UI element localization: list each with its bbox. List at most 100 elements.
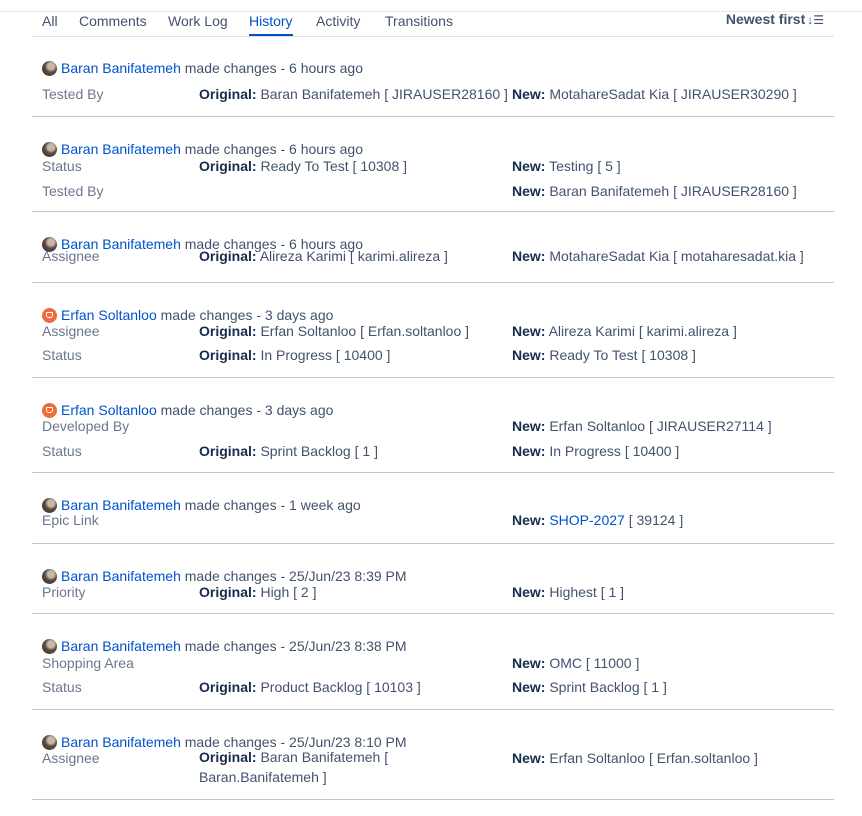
change-row: Shopping Area New: OMC [ 11000 ]	[42, 652, 832, 674]
new-label: New:	[512, 679, 546, 695]
new-label: New:	[512, 347, 546, 363]
new-label: New:	[512, 323, 546, 339]
new-text: In Progress [ 10400 ]	[549, 443, 680, 459]
tab-work-log[interactable]: Work Log	[168, 12, 228, 34]
new-value: New: Testing [ 5 ]	[512, 155, 621, 177]
new-label: New:	[512, 584, 546, 600]
change-row: Priority Original: High [ 2 ] New: Highest…	[42, 581, 832, 603]
new-text: MotahareSadat Kia [ JIRAUSER30290 ]	[549, 86, 797, 102]
new-value: New: Alireza Karimi [ karimi.alireza ]	[512, 320, 737, 342]
field-name: Status	[42, 443, 82, 459]
new-text: MotahareSadat Kia [ motaharesadat.kia ]	[549, 248, 804, 264]
history-entry: Baran Banifatemeh made changes - 6 hours…	[32, 117, 834, 212]
tab-activity[interactable]: Activity	[316, 12, 360, 34]
new-label: New:	[512, 86, 546, 102]
history-entry: Baran Banifatemeh made changes - 25/Jun/…	[32, 710, 834, 800]
change-row: Developed By New: Erfan Soltanloo [ JIRAU…	[42, 415, 832, 437]
original-value: Original: Product Backlog [ 10103 ]	[199, 676, 499, 698]
new-text: Testing [ 5 ]	[549, 158, 621, 174]
original-value: Original: Alireza Karimi [ karimi.alirez…	[199, 245, 499, 267]
field-name: Assignee	[42, 323, 100, 339]
new-value: New: SHOP-2027 [ 39124 ]	[512, 509, 683, 531]
user-link[interactable]: Baran Banifatemeh	[61, 60, 181, 76]
new-label: New:	[512, 512, 546, 528]
field-name: Assignee	[42, 248, 100, 264]
new-value: New: In Progress [ 10400 ]	[512, 440, 679, 462]
avatar[interactable]	[42, 61, 57, 76]
original-text: High [ 2 ]	[260, 584, 317, 600]
change-row: Status Original: Ready To Test [ 10308 ] N…	[42, 155, 832, 177]
original-value: Original: Ready To Test [ 10308 ]	[199, 155, 499, 177]
history-entry: Baran Banifatemeh made changes - 1 week …	[32, 473, 834, 544]
new-text: Baran Banifatemeh [ JIRAUSER28160 ]	[549, 183, 797, 199]
issue-link[interactable]: SHOP-2027	[549, 512, 624, 528]
new-text: Erfan Soltanloo [ Erfan.soltanloo ]	[549, 750, 758, 766]
tab-history[interactable]: History	[249, 12, 293, 36]
original-text: Erfan Soltanloo [ Erfan.soltanloo ]	[260, 323, 470, 339]
original-text: Ready To Test [ 10308 ]	[260, 158, 408, 174]
original-text: Sprint Backlog [ 1 ]	[260, 443, 378, 459]
original-label: Original:	[199, 749, 257, 765]
history-entry: Erfan Soltanloo made changes - 3 days ag…	[32, 283, 834, 378]
new-value: New: MotahareSadat Kia [ motaharesadat.k…	[512, 245, 804, 267]
original-label: Original:	[199, 679, 257, 695]
change-row: Assignee Original: Alireza Karimi [ karim…	[42, 245, 832, 267]
history-entry: Baran Banifatemeh made changes - 25/Jun/…	[32, 614, 834, 710]
new-label: New:	[512, 655, 546, 671]
new-text: Highest [ 1 ]	[549, 584, 625, 600]
new-value: New: Ready To Test [ 10308 ]	[512, 344, 696, 366]
history-entry: Erfan Soltanloo made changes - 3 days ag…	[32, 378, 834, 473]
new-text: Alireza Karimi [ karimi.alireza ]	[548, 323, 737, 339]
tab-comments[interactable]: Comments	[79, 12, 147, 34]
sort-order-button[interactable]: Newest first ↓☰	[726, 12, 824, 27]
new-value: New: Sprint Backlog [ 1 ]	[512, 676, 667, 698]
original-text: Baran Banifatemeh [ JIRAUSER28160 ]	[260, 86, 508, 102]
history-entry: Baran Banifatemeh made changes - 25/Jun/…	[32, 544, 834, 614]
field-name: Shopping Area	[42, 655, 134, 671]
original-label: Original:	[199, 443, 257, 459]
change-row: Assignee Original: Baran Banifatemeh [ Ba…	[42, 747, 832, 785]
new-label: New:	[512, 443, 546, 459]
sort-descending-icon: ↓☰	[807, 13, 824, 27]
sort-order-label: Newest first	[725, 11, 806, 27]
original-value: Original: Erfan Soltanloo [ Erfan.soltan…	[199, 320, 499, 342]
new-value: New: Erfan Soltanloo [ JIRAUSER27114 ]	[512, 415, 772, 437]
original-value: Original: Baran Banifatemeh [ Baran.Bani…	[199, 747, 499, 787]
new-text: Ready To Test [ 10308 ]	[549, 347, 696, 363]
new-label: New:	[512, 418, 546, 434]
new-text: OMC [ 11000 ]	[549, 655, 640, 671]
tab-transitions[interactable]: Transitions	[385, 12, 453, 34]
change-row: Assignee Original: Erfan Soltanloo [ Erfa…	[42, 320, 832, 342]
original-text: In Progress [ 10400 ]	[260, 347, 391, 363]
new-label: New:	[512, 158, 546, 174]
new-value: New: Baran Banifatemeh [ JIRAUSER28160 ]	[512, 180, 797, 202]
tab-all[interactable]: All	[42, 12, 58, 34]
new-text-suffix: [ 39124 ]	[624, 512, 684, 528]
new-text: Sprint Backlog [ 1 ]	[549, 679, 667, 695]
new-value: New: MotahareSadat Kia [ JIRAUSER30290 ]	[512, 83, 797, 105]
original-value: Original: Sprint Backlog [ 1 ]	[199, 440, 499, 462]
original-label: Original:	[199, 248, 257, 264]
new-text: Erfan Soltanloo [ JIRAUSER27114 ]	[549, 418, 772, 434]
original-value: Original: In Progress [ 10400 ]	[199, 344, 499, 366]
new-value: New: Erfan Soltanloo [ Erfan.soltanloo ]	[512, 747, 758, 769]
field-name: Tested By	[42, 183, 104, 199]
change-row: Status Original: Product Backlog [ 10103 …	[42, 676, 832, 698]
original-value: Original: High [ 2 ]	[199, 581, 499, 603]
history-entry: Baran Banifatemeh made changes - 6 hours…	[32, 36, 834, 117]
history-entry: Baran Banifatemeh made changes - 6 hours…	[32, 212, 834, 283]
original-text: Alireza Karimi [ karimi.alireza ]	[259, 248, 448, 264]
new-label: New:	[512, 750, 546, 766]
new-value: New: OMC [ 11000 ]	[512, 652, 639, 674]
original-label: Original:	[199, 347, 257, 363]
original-label: Original:	[199, 158, 257, 174]
change-row: Status Original: Sprint Backlog [ 1 ] New:…	[42, 440, 832, 462]
field-name: Developed By	[42, 418, 130, 434]
field-name: Status	[42, 158, 82, 174]
field-name: Tested By	[42, 86, 104, 102]
original-label: Original:	[199, 584, 257, 600]
change-row: Status Original: In Progress [ 10400 ] New…	[42, 344, 832, 366]
field-name: Priority	[42, 584, 86, 600]
field-name: Status	[42, 679, 82, 695]
original-value: Original: Baran Banifatemeh [ JIRAUSER28…	[199, 83, 508, 105]
